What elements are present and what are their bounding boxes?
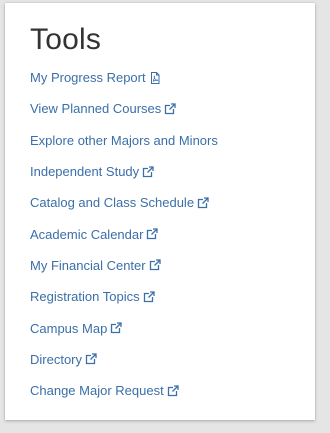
external-link-icon xyxy=(142,165,154,178)
link-change-major-request[interactable]: Change Major Request xyxy=(30,383,179,398)
link-campus-map[interactable]: Campus Map xyxy=(30,321,122,336)
link-catalog-class-schedule[interactable]: Catalog and Class Schedule xyxy=(30,195,209,210)
external-link-icon xyxy=(197,197,209,209)
external-link-icon xyxy=(164,103,176,115)
external-link-icon xyxy=(146,228,159,240)
link-registration-topics[interactable]: Registration Topics xyxy=(30,289,155,304)
link-label: Campus Map xyxy=(30,320,108,336)
list-item: Independent Study xyxy=(30,156,218,187)
tools-link-list: My Progress Report View Planned Courses … xyxy=(30,62,218,406)
card-title: Tools xyxy=(30,23,102,56)
link-label: My Financial Center xyxy=(30,257,146,273)
list-item: My Progress Report xyxy=(30,62,218,93)
list-item: Academic Calendar xyxy=(30,218,218,249)
link-label: Directory xyxy=(30,351,83,367)
list-item: My Financial Center xyxy=(30,250,218,281)
link-independent-study[interactable]: Independent Study xyxy=(30,164,154,179)
external-link-icon xyxy=(149,259,161,271)
list-item: Catalog and Class Schedule xyxy=(30,187,218,218)
list-item: Directory xyxy=(30,344,218,375)
link-label: View Planned Courses xyxy=(30,101,162,117)
list-item: View Planned Courses xyxy=(30,93,218,124)
link-my-financial-center[interactable]: My Financial Center xyxy=(30,258,161,273)
link-directory[interactable]: Directory xyxy=(30,352,97,367)
external-link-icon xyxy=(143,291,155,303)
external-link-icon xyxy=(110,322,122,334)
external-link-icon xyxy=(85,353,97,365)
link-academic-calendar[interactable]: Academic Calendar xyxy=(30,226,159,242)
external-link-icon xyxy=(167,384,179,397)
link-label: Change Major Request xyxy=(30,383,164,399)
list-item: Campus Map xyxy=(30,312,218,343)
link-view-planned-courses[interactable]: View Planned Courses xyxy=(30,101,176,116)
pdf-icon xyxy=(149,71,161,84)
list-item: Change Major Request xyxy=(30,375,218,406)
link-explore-majors-minors[interactable]: Explore other Majors and Minors xyxy=(30,133,218,148)
tools-card: Tools My Progress Report View Planned Co… xyxy=(5,3,315,420)
list-item: Registration Topics xyxy=(30,281,218,312)
link-label: Explore other Majors and Minors xyxy=(30,132,218,148)
link-my-progress-report[interactable]: My Progress Report xyxy=(30,70,161,85)
link-label: Registration Topics xyxy=(30,289,140,305)
list-item: Explore other Majors and Minors xyxy=(30,125,218,156)
link-label: Catalog and Class Schedule xyxy=(30,195,195,211)
link-label: Academic Calendar xyxy=(30,226,144,242)
link-label: My Progress Report xyxy=(30,70,146,86)
link-label: Independent Study xyxy=(30,164,140,180)
